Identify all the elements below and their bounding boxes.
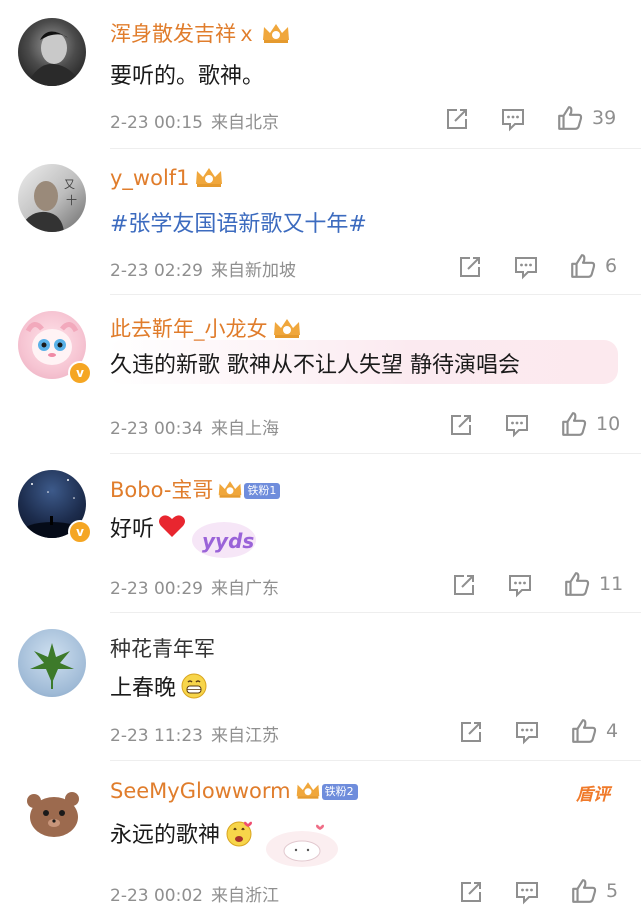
like-icon[interactable] [570, 877, 598, 905]
crown-icon [296, 782, 319, 799]
like-count: 6 [605, 255, 618, 277]
comment-icon[interactable] [513, 254, 539, 280]
comment-icon[interactable] [507, 572, 533, 598]
avatar[interactable] [18, 629, 86, 697]
crown-icon [219, 481, 242, 498]
svg-text:yyds: yyds [202, 529, 254, 553]
comment-location: 来自北京 [210, 113, 279, 133]
comment-text: 久违的新歌 歌神从不让人失望 静待演唱会 [110, 353, 520, 378]
divider [110, 148, 641, 149]
comment-item: v Bobo-宝哥 铁粉1 好听 yyds 2-23 00:29 来自广东 11 [0, 454, 641, 612]
comment-icon[interactable] [504, 412, 530, 438]
heart-emoji-icon [159, 515, 186, 537]
username[interactable]: SeeMyGlowworm 铁粉2 [110, 779, 358, 803]
comment-icon[interactable] [500, 106, 526, 132]
share-icon[interactable] [448, 412, 474, 438]
avatar[interactable]: 又十 [18, 164, 86, 232]
avatar[interactable] [18, 777, 86, 845]
comment-item: v 此去靳年_小龙女 久违的新歌 歌神从不让人失望 静待演唱会 2-23 00:… [0, 295, 641, 453]
like-count: 5 [606, 880, 619, 902]
comment-text: 永远的歌神 [110, 817, 254, 849]
like-icon[interactable] [570, 717, 598, 745]
svg-text:又: 又 [64, 178, 75, 191]
bunny-sticker [266, 824, 338, 867]
username[interactable]: 浑身散发吉祥ｘ [110, 18, 291, 48]
share-icon[interactable] [457, 254, 483, 280]
avatar[interactable] [18, 18, 86, 86]
share-icon[interactable] [444, 106, 470, 132]
username[interactable]: Bobo-宝哥 铁粉1 [110, 474, 281, 504]
share-icon[interactable] [451, 572, 477, 598]
comment-item: 又十 y_wolf1 #张学友国语新歌又十年# 2-23 02:29 来自新加坡 … [0, 150, 641, 295]
like-icon[interactable] [569, 252, 597, 280]
hot-comment-label: 盾评 [576, 785, 610, 805]
like-count: 39 [592, 107, 617, 129]
comment-date: 2-23 00:02 [110, 886, 203, 906]
crown-icon [195, 168, 222, 187]
comment-text: 好听 [110, 511, 186, 543]
comment-meta: 2-23 00:34 来自上海 [110, 414, 279, 439]
love-emoji-icon [226, 821, 253, 847]
comment-item: 种花青年军 上春晚 2-23 11:23 来自江苏 4 [0, 613, 641, 761]
crown-icon [263, 24, 289, 43]
crown-icon [273, 319, 300, 338]
comment-date: 2-23 00:15 [110, 113, 203, 133]
comment-text: 要听的。歌神。 [110, 64, 265, 89]
verified-badge: v [68, 520, 92, 544]
comment-icon[interactable] [514, 879, 540, 905]
grin-emoji-icon [181, 673, 207, 699]
comment-text: 上春晚 [110, 670, 208, 702]
verified-badge: v [68, 361, 92, 385]
fan-badge: 铁粉1 [244, 483, 281, 499]
username[interactable]: y_wolf1 [110, 166, 224, 190]
comment-meta: 2-23 00:15 来自北京 [110, 108, 279, 133]
comment-item: 浑身散发吉祥ｘ 要听的。歌神。 2-23 00:15 来自北京 39 [0, 0, 641, 150]
comment-meta: 2-23 00:02 来自浙江 [110, 881, 279, 906]
username[interactable]: 此去靳年_小龙女 [110, 313, 302, 343]
comment-item: SeeMyGlowworm 铁粉2 盾评 永远的歌神 2-23 00:02 来自浙江… [0, 761, 641, 922]
comment-location: 来自广东 [210, 579, 279, 599]
like-icon[interactable] [560, 410, 588, 438]
like-icon[interactable] [563, 570, 591, 598]
comment-date: 2-23 00:34 [110, 419, 203, 439]
like-count: 4 [606, 720, 619, 742]
comment-location: 来自新加坡 [210, 261, 296, 281]
topic-link[interactable]: #张学友国语新歌又十年# [110, 206, 367, 238]
comment-location: 来自江苏 [210, 726, 279, 746]
comment-meta: 2-23 00:29 来自广东 [110, 574, 279, 599]
fan-badge: 铁粉2 [321, 784, 358, 800]
comment-icon[interactable] [514, 719, 540, 745]
share-icon[interactable] [458, 719, 484, 745]
comment-meta: 2-23 11:23 来自江苏 [110, 721, 279, 746]
share-icon[interactable] [458, 879, 484, 905]
like-count: 11 [599, 573, 624, 595]
like-count: 10 [596, 413, 621, 435]
comment-date: 2-23 02:29 [110, 261, 203, 281]
comment-location: 来自浙江 [210, 886, 279, 906]
like-icon[interactable] [556, 104, 584, 132]
comment-date: 2-23 00:29 [110, 579, 203, 599]
comment-location: 来自上海 [210, 419, 279, 439]
username[interactable]: 种花青年军 [110, 633, 215, 663]
yyds-sticker: yyds [192, 522, 256, 558]
comment-date: 2-23 11:23 [110, 726, 203, 746]
svg-text:十: 十 [66, 193, 77, 207]
comment-meta: 2-23 02:29 来自新加坡 [110, 256, 296, 281]
